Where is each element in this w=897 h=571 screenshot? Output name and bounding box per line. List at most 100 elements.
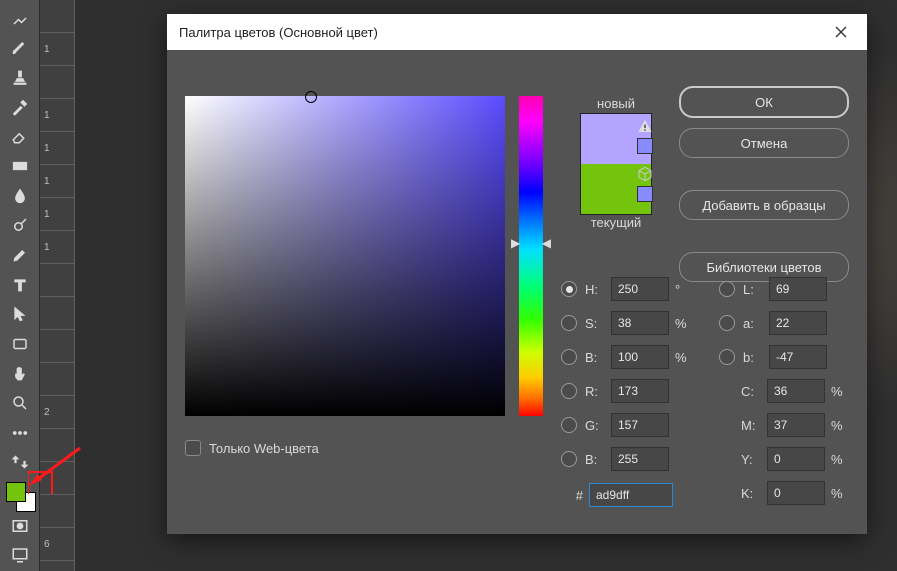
g-radio[interactable] (561, 417, 577, 433)
sv-cursor-icon (305, 91, 317, 103)
ruler-tick: 1 (40, 33, 74, 66)
more-icon[interactable] (5, 419, 35, 447)
zoom-icon[interactable] (5, 389, 35, 417)
c-unit: % (831, 384, 847, 399)
saturation-value-field[interactable] (185, 96, 505, 416)
hue-slider-thumb-icon: ▶◀ (511, 236, 551, 248)
quickmask-icon[interactable] (5, 512, 35, 540)
dialog-body: ▶◀ новый текущий ОК Отмена Добавить в об… (167, 50, 867, 534)
r-input[interactable] (611, 379, 669, 403)
dialog-buttons: ОК Отмена Добавить в образцы Библиотеки … (679, 86, 849, 282)
add-swatch-button[interactable]: Добавить в образцы (679, 190, 849, 220)
b-lab-label: b: (743, 350, 769, 365)
ruler-tick: 1 (40, 132, 74, 165)
stamp-icon[interactable] (5, 63, 35, 91)
ruler-tick (40, 363, 74, 396)
hex-input[interactable] (589, 483, 673, 507)
rectangle-icon[interactable] (5, 330, 35, 358)
color-preview: новый текущий (561, 96, 671, 232)
hue-label: H: (585, 282, 611, 297)
healing-brush-icon[interactable] (5, 4, 35, 32)
sat-unit: % (675, 316, 691, 331)
bri-radio[interactable] (561, 349, 577, 365)
g-input[interactable] (611, 413, 669, 437)
eraser-icon[interactable] (5, 123, 35, 151)
dodge-icon[interactable] (5, 211, 35, 239)
g-label: G: (585, 418, 611, 433)
b-lab-input[interactable] (769, 345, 827, 369)
dialog-title: Палитра цветов (Основной цвет) (179, 25, 378, 40)
ruler-tick (40, 495, 74, 528)
cube-icon[interactable] (637, 166, 653, 182)
color-picker-dialog: Палитра цветов (Основной цвет) ▶◀ новый … (167, 14, 867, 534)
sat-input[interactable] (611, 311, 669, 335)
ruler-tick: 8 (40, 561, 74, 571)
bri-input[interactable] (611, 345, 669, 369)
a-label: a: (743, 316, 769, 331)
ruler-tick (40, 264, 74, 297)
foreground-color-swatch[interactable] (6, 482, 26, 502)
tools-panel (0, 0, 40, 571)
foreground-background-swatch[interactable] (4, 482, 36, 511)
l-input[interactable] (769, 277, 827, 301)
gamut-swatch[interactable] (637, 138, 653, 154)
y-input[interactable] (767, 447, 825, 471)
a-radio[interactable] (719, 315, 735, 331)
websafe-swatch[interactable] (637, 186, 653, 202)
brush-icon[interactable] (5, 34, 35, 62)
sat-label: S: (585, 316, 611, 331)
type-icon[interactable] (5, 271, 35, 299)
close-icon (835, 26, 847, 38)
k-input[interactable] (767, 481, 825, 505)
web-colors-only[interactable]: Только Web-цвета (185, 440, 319, 456)
path-select-icon[interactable] (5, 300, 35, 328)
l-radio[interactable] (719, 281, 735, 297)
ruler-tick (40, 462, 74, 495)
ruler-tick (40, 66, 74, 99)
swap-colors-icon[interactable] (5, 449, 35, 477)
sat-radio[interactable] (561, 315, 577, 331)
screenmode-icon[interactable] (5, 541, 35, 569)
m-label: M: (741, 418, 767, 433)
ruler-tick (40, 330, 74, 363)
web-colors-checkbox[interactable] (185, 440, 201, 456)
blur-icon[interactable] (5, 182, 35, 210)
cancel-button[interactable]: Отмена (679, 128, 849, 158)
m-input[interactable] (767, 413, 825, 437)
ok-button[interactable]: ОК (679, 86, 849, 118)
hex-label: # (561, 488, 583, 503)
l-label: L: (743, 282, 769, 297)
ruler-tick: 1 (40, 165, 74, 198)
ruler-tick (40, 429, 74, 462)
hue-input[interactable] (611, 277, 669, 301)
hue-radio[interactable] (561, 281, 577, 297)
hue-unit: ° (675, 282, 691, 297)
b-lab-radio[interactable] (719, 349, 735, 365)
ruler-tick (40, 0, 74, 33)
vertical-ruler: 1 1 1 1 1 1 2 6 8 (40, 0, 75, 571)
bri-unit: % (675, 350, 691, 365)
hue-slider[interactable] (519, 96, 543, 416)
r-label: R: (585, 384, 611, 399)
web-colors-label: Только Web-цвета (209, 441, 319, 456)
history-brush-icon[interactable] (5, 93, 35, 121)
color-warnings (637, 118, 653, 202)
k-label: K: (741, 486, 767, 501)
ruler-tick (40, 297, 74, 330)
pen-icon[interactable] (5, 241, 35, 269)
m-unit: % (831, 418, 847, 433)
b-rgb-radio[interactable] (561, 451, 577, 467)
close-button[interactable] (825, 16, 857, 48)
gamut-warning-icon[interactable] (637, 118, 653, 134)
dialog-titlebar[interactable]: Палитра цветов (Основной цвет) (167, 14, 867, 50)
y-unit: % (831, 452, 847, 467)
a-input[interactable] (769, 311, 827, 335)
hand-icon[interactable] (5, 360, 35, 388)
b-rgb-input[interactable] (611, 447, 669, 471)
current-color-label: текущий (561, 215, 671, 230)
c-input[interactable] (767, 379, 825, 403)
gradient-icon[interactable] (5, 152, 35, 180)
r-radio[interactable] (561, 383, 577, 399)
ruler-tick: 2 (40, 396, 74, 429)
color-values: H: ° L: S: % a: (561, 272, 849, 510)
